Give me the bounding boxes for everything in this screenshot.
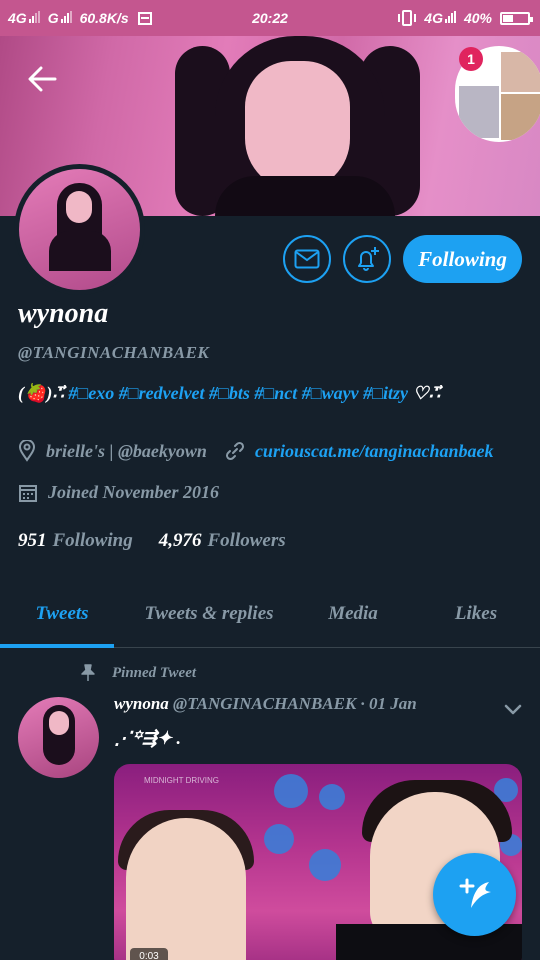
following-count-link[interactable]: 951 Following (18, 530, 133, 552)
tweet-header: wynona @TANGINACHANBAEK · 01 Jan (114, 694, 417, 714)
vibrate-icon (398, 10, 417, 26)
tab-media[interactable]: Media (294, 588, 412, 647)
bio-hashtags[interactable]: #□exo #□redvelvet #□bts #□nct #□wayv #□i… (68, 383, 408, 403)
status-bar: 4G G 60.8K/s 20:22 4G 40% (0, 0, 540, 36)
compose-feather-icon (459, 878, 491, 908)
compose-tweet-button[interactable] (433, 853, 516, 936)
chevron-down-icon[interactable] (500, 698, 526, 720)
network-indicator-3: 4G (424, 10, 456, 26)
profile-handle: @TANGINACHANBAEK (18, 343, 210, 362)
followers-count-link[interactable]: 4,976 Followers (159, 530, 286, 552)
notify-button[interactable] (343, 235, 391, 283)
followers-label: Followers (207, 530, 286, 551)
profile-name: wynona (18, 298, 109, 329)
notification-badge: 1 (459, 47, 483, 71)
signal-icon (444, 11, 456, 23)
bell-plus-icon (358, 247, 379, 271)
envelope-icon (294, 249, 320, 269)
profile-tabs: Tweets Tweets & replies Media Likes (0, 588, 540, 648)
banner-image-part (245, 61, 350, 191)
follow-counts: 951 Following 4,976 Followers (18, 530, 286, 552)
link-icon (225, 441, 244, 461)
account-avatar (459, 86, 499, 138)
profile-bio: (🍓)∴⃗ #□exo #□redvelvet #□bts #□nct #□wa… (18, 383, 440, 404)
pinned-label: Pinned Tweet (112, 664, 197, 681)
pin-icon (81, 664, 95, 681)
media-caption: MIDNIGHT DRIVING (144, 776, 219, 785)
tab-tweets-replies[interactable]: Tweets & replies (124, 588, 294, 647)
location-pin-icon (18, 440, 36, 462)
calendar-icon (19, 484, 37, 502)
message-button[interactable] (283, 235, 331, 283)
profile-avatar[interactable] (14, 164, 145, 295)
back-button[interactable] (24, 62, 60, 96)
account-avatar (501, 94, 540, 140)
profile-meta-joined: Joined November 2016 (18, 482, 219, 503)
tweet-avatar[interactable] (18, 697, 99, 778)
following-count: 951 (18, 530, 47, 551)
tab-tweets[interactable]: Tweets (0, 588, 124, 648)
tweet-author[interactable]: wynona (114, 694, 169, 713)
avatar-image (19, 169, 140, 290)
tab-likes[interactable]: Likes (412, 588, 540, 647)
bio-suffix: ♡∴⃗ (412, 383, 441, 403)
profile-link[interactable]: curiouscat.me/tanginachanbaek (255, 441, 494, 462)
battery-level (503, 14, 513, 22)
video-duration: 0:03 (130, 948, 168, 960)
profile-location: brielle's | @baekyown (46, 440, 207, 461)
banner-image-part (215, 176, 395, 216)
bio-prefix: (🍓)∴⃗ (18, 383, 64, 403)
tweet-handle-date: @TANGINACHANBAEK · 01 Jan (173, 694, 417, 713)
followers-count: 4,976 (158, 530, 202, 551)
profile-meta-location: brielle's | @baekyown curiouscat.me/tang… (18, 440, 493, 462)
arrow-left-icon (28, 66, 57, 92)
following-label: Following (52, 530, 133, 551)
following-button[interactable]: Following (403, 235, 522, 283)
battery-percent: 40% (463, 10, 492, 26)
battery-icon (500, 11, 533, 25)
pinned-indicator: Pinned Tweet (80, 664, 196, 682)
profile-joined: Joined November 2016 (48, 482, 219, 502)
tweet-text: ⋰꙳⇶✦ . (114, 728, 182, 748)
account-avatar (501, 52, 540, 92)
